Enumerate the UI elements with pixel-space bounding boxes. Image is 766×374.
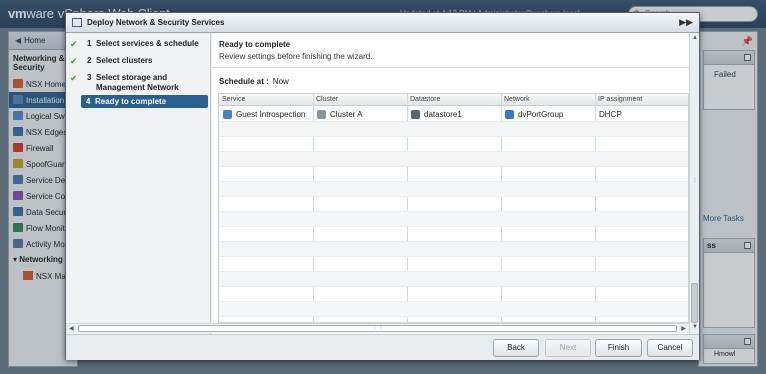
step-number: 1 — [87, 39, 92, 48]
column-header[interactable]: IP assignment — [598, 96, 642, 103]
deploy-services-dialog: Deploy Network & Security Services ▶▶ ✔ 1… — [65, 12, 700, 360]
table-row — [219, 287, 688, 302]
finish-button[interactable]: Finish — [595, 339, 642, 357]
content-title: Ready to complete — [219, 40, 291, 49]
table-row — [219, 152, 688, 167]
table-row — [219, 197, 688, 212]
table-row — [219, 212, 688, 227]
step-label: Select clusters — [96, 56, 153, 65]
dialog-title: Deploy Network & Security Services — [87, 18, 225, 27]
vertical-scroll-thumb[interactable] — [691, 283, 698, 323]
table-row — [219, 227, 688, 242]
network-icon — [505, 110, 514, 119]
cell-text: datastore1 — [424, 110, 462, 119]
vertical-scrollbar[interactable]: ▲ ⋮ ▼ — [689, 33, 699, 334]
content-divider — [212, 67, 689, 68]
step-number: 3 — [87, 73, 92, 82]
scroll-grip-icon: ⋮ — [692, 178, 698, 184]
table-cell: DHCP — [599, 110, 622, 119]
next-button[interactable]: Next — [545, 339, 591, 357]
table-cell: datastore1 — [411, 110, 462, 119]
schedule-info: Schedule at : Now — [219, 77, 289, 86]
schedule-value: Now — [272, 77, 289, 86]
cancel-button[interactable]: Cancel — [647, 339, 693, 357]
expand-icon[interactable]: ▶▶ — [679, 17, 693, 28]
wizard-step[interactable]: 4 Ready to complete — [81, 95, 208, 108]
checkmark-icon: ✔ — [70, 73, 78, 83]
table-row[interactable]: Guest Introspection Cluster A datastore1 dv… — [219, 107, 688, 122]
table-row — [219, 272, 688, 287]
table-row — [219, 302, 688, 317]
table-row — [219, 122, 688, 137]
scroll-left-icon[interactable]: ◀ — [69, 325, 74, 332]
wizard-content: Ready to complete Review settings before… — [212, 33, 689, 334]
checkmark-icon: ✔ — [70, 56, 78, 66]
scroll-right-icon[interactable]: ▶ — [681, 325, 686, 332]
table-cell: Guest Introspection — [223, 110, 305, 119]
scroll-up-icon[interactable]: ▲ — [691, 35, 699, 43]
table-header: Service Cluster Datastore Network IP assignm… — [219, 94, 688, 106]
datastore-icon — [411, 110, 420, 119]
step-label: Select services & schedule — [96, 39, 199, 48]
column-header[interactable]: Service — [222, 96, 245, 103]
table-row — [219, 242, 688, 257]
schedule-label: Schedule at : — [219, 77, 269, 86]
cell-text: dvPortGroup — [518, 110, 564, 119]
column-header[interactable]: Network — [504, 96, 530, 103]
table-cell: dvPortGroup — [505, 110, 563, 119]
scroll-down-icon[interactable]: ▼ — [691, 324, 699, 332]
service-icon — [223, 110, 232, 119]
dialog-footer: Back Next Finish Cancel — [66, 334, 699, 360]
wizard-steps: ✔ 1 Select services & schedule ✔ 2 Select clu… — [66, 33, 211, 334]
step-number: 4 — [86, 97, 91, 106]
column-header[interactable]: Datastore — [410, 96, 440, 103]
step-label: Ready to complete — [95, 97, 167, 106]
content-description: Review settings before finishing the wiz… — [219, 52, 373, 61]
step-label: Select storage and Management Network — [96, 73, 179, 92]
table-row — [219, 167, 688, 182]
checkmark-icon: ✔ — [70, 39, 78, 49]
table-cell: Cluster A — [317, 110, 362, 119]
cell-text: Cluster A — [330, 110, 363, 119]
summary-table: Service Cluster Datastore Network IP assignm… — [218, 93, 689, 323]
column-header[interactable]: Cluster — [316, 96, 338, 103]
table-row — [219, 182, 688, 197]
step-number: 2 — [87, 56, 92, 65]
table-row — [219, 137, 688, 152]
cluster-icon — [317, 110, 326, 119]
scroll-grip-icon: ⋮⋮ — [372, 325, 384, 331]
dialog-titlebar: Deploy Network & Security Services ▶▶ — [66, 13, 699, 33]
horizontal-scrollbar[interactable]: ◀ ⋮⋮ ▶ — [66, 323, 689, 333]
back-button[interactable]: Back — [493, 339, 539, 357]
dialog-icon — [72, 18, 82, 27]
cell-text: DHCP — [599, 110, 622, 119]
cell-text: Guest Introspection — [236, 110, 306, 119]
table-row — [219, 257, 688, 272]
